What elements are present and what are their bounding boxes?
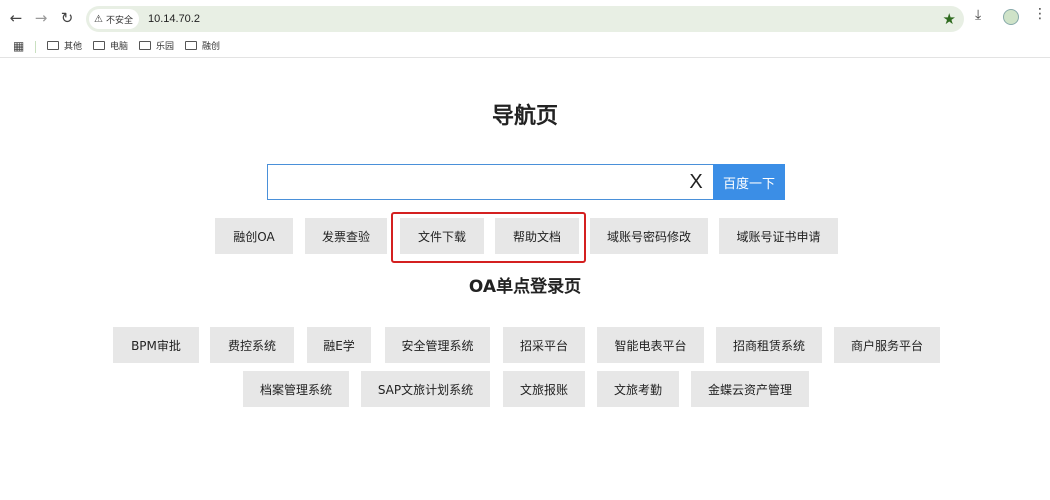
oa-link-leasing[interactable]: 招商租赁系统 xyxy=(716,327,822,363)
oa-link-sap-planning[interactable]: SAP文旅计划系统 xyxy=(361,371,490,407)
oa-link-procurement[interactable]: 招采平台 xyxy=(503,327,585,363)
bookmark-label: 其他 xyxy=(64,42,83,52)
profile-avatar[interactable] xyxy=(1003,9,1019,25)
bookmark-label: 电脑 xyxy=(110,42,129,52)
oa-link-archives[interactable]: 档案管理系统 xyxy=(243,371,349,407)
clear-search-button[interactable]: X xyxy=(686,168,706,196)
download-icon[interactable]: ⤓ xyxy=(975,7,981,23)
folder-icon xyxy=(185,41,197,50)
forward-arrow-icon[interactable]: → xyxy=(29,6,53,30)
page-title: 导航页 xyxy=(491,104,558,129)
browser-toolbar: ← → ↻ ⚠ 不安全 10.14.70.2 ★ ⤓ ⋮ xyxy=(0,0,1050,36)
apps-grid-icon[interactable]: ▦ xyxy=(13,39,24,53)
baidu-search-button[interactable]: 百度一下 xyxy=(713,164,785,200)
address-bar[interactable]: ⚠ 不安全 10.14.70.2 ★ xyxy=(86,6,964,32)
bookmark-folder[interactable]: 乐园 xyxy=(139,39,174,52)
oa-link-travel-reimbursement[interactable]: 文旅报账 xyxy=(503,371,585,407)
security-label: 不安全 xyxy=(105,15,133,26)
search-input[interactable] xyxy=(268,165,668,199)
oa-link-smart-meter[interactable]: 智能电表平台 xyxy=(597,327,704,363)
quick-link-domain-password[interactable]: 域账号密码修改 xyxy=(590,218,708,254)
quick-link-domain-certificate[interactable]: 域账号证书申请 xyxy=(719,218,838,254)
bookmark-folder[interactable]: 其他 xyxy=(47,39,82,52)
oa-link-merchant-service[interactable]: 商户服务平台 xyxy=(834,327,940,363)
search-box xyxy=(267,164,713,200)
security-indicator[interactable]: ⚠ 不安全 xyxy=(89,9,139,29)
folder-icon xyxy=(139,41,151,50)
more-menu-icon[interactable]: ⋮ xyxy=(1033,6,1047,22)
folder-icon xyxy=(93,41,105,50)
bookmark-label: 融创 xyxy=(202,42,221,52)
bookmark-folder[interactable]: 融创 xyxy=(185,39,220,52)
bookmark-label: 乐园 xyxy=(156,42,175,52)
oa-link-safety-management[interactable]: 安全管理系统 xyxy=(385,327,490,363)
warning-icon: ⚠ xyxy=(94,13,103,25)
oa-link-kingdee-assets[interactable]: 金蝶云资产管理 xyxy=(691,371,809,407)
oa-link-bpm[interactable]: BPM审批 xyxy=(113,327,199,363)
back-arrow-icon[interactable]: ← xyxy=(4,6,28,30)
url-text[interactable]: 10.14.70.2 xyxy=(148,13,200,25)
oa-link-attendance[interactable]: 文旅考勤 xyxy=(597,371,679,407)
folder-icon xyxy=(47,41,59,50)
oa-section-title: OA单点登录页 xyxy=(468,277,582,297)
highlight-box xyxy=(391,212,586,263)
bookmarks-divider xyxy=(35,41,36,53)
bookmark-star-icon[interactable]: ★ xyxy=(943,10,956,28)
reload-icon[interactable]: ↻ xyxy=(55,6,79,30)
bookmark-folder[interactable]: 电脑 xyxy=(93,39,128,52)
quick-link-oa[interactable]: 融创OA xyxy=(215,218,293,254)
bookmarks-bar: ▦ 其他 电脑 乐园 融创 xyxy=(0,36,1050,58)
oa-link-expense-control[interactable]: 费控系统 xyxy=(210,327,294,363)
oa-link-rong-e-learn[interactable]: 融E学 xyxy=(307,327,371,363)
quick-link-invoice-check[interactable]: 发票查验 xyxy=(305,218,387,254)
